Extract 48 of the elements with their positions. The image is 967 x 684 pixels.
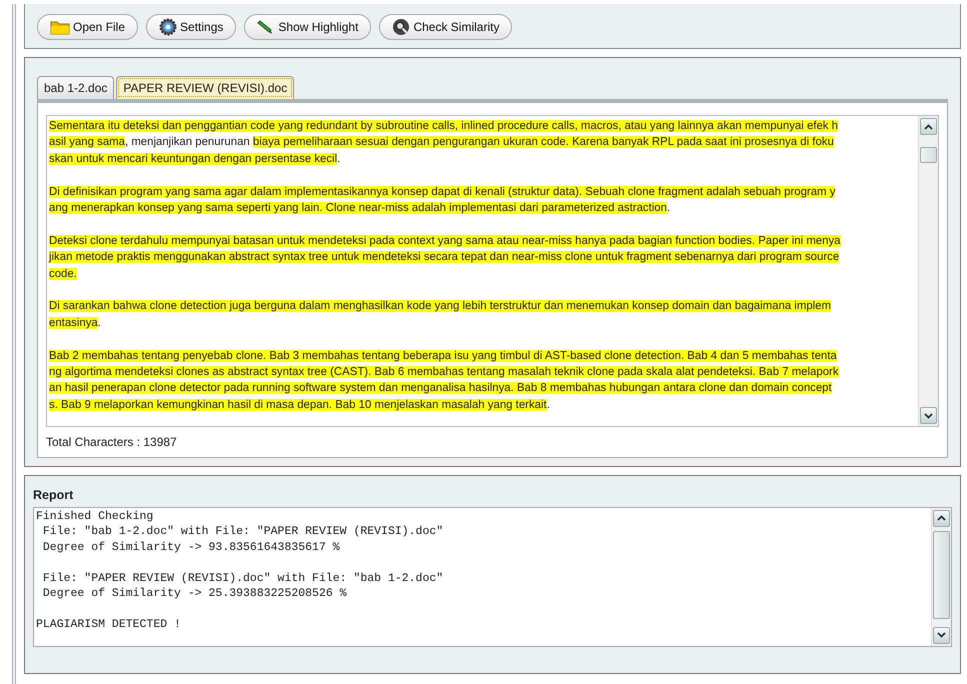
magnifier-icon xyxy=(392,18,410,36)
report-line: Finished Checking xyxy=(36,508,154,524)
document-text: code. xyxy=(49,268,77,280)
toolbar-button[interactable]: Show Highlight xyxy=(244,14,372,40)
folder-icon xyxy=(50,19,70,35)
total-characters-label: Total Characters : 13987 xyxy=(46,434,178,451)
chevron-up-icon xyxy=(937,515,946,522)
document-text: asil yang sama xyxy=(49,136,125,148)
chevron-up-icon xyxy=(924,124,933,130)
chevron-down-icon xyxy=(924,412,933,418)
scroll-up-button[interactable] xyxy=(920,118,937,135)
document-text: entasinya xyxy=(49,316,98,329)
document-text: . xyxy=(546,398,550,411)
document-text: jikan metode praktis menggunakan abstract syntax tree untuk mendeteksi secara tepat dan near-miss clone untuk fragment sebenarnya dari program source xyxy=(49,251,840,264)
report-text-area[interactable] xyxy=(33,506,952,647)
document-tab[interactable]: bab 1-2.doc xyxy=(37,76,114,99)
document-text: . xyxy=(337,152,340,165)
report-line: File: "bab 1-2.doc" with File: "PAPER REVIEW (REVISI).doc" xyxy=(42,524,444,540)
document-text: biaya pemeliharaan sesuai dengan pengurangan ukuran code. Karena banyak RPL pada saat ini prosesnya di foku xyxy=(252,136,834,148)
document-text: Deteksi clone terdahulu mempunyai batasan untuk mendeteksi pada context yang sama atau near-miss hanya pada bagian function bodies. Paper ini menya xyxy=(49,234,841,247)
scroll-down-button[interactable] xyxy=(920,407,937,424)
report-line: File: "PAPER REVIEW (REVISI).doc" with File: "bab 1-2.doc" xyxy=(42,570,444,586)
document-text: Di sarankan bahwa clone detection juga berguna dalam menghasilkan kode yang lebih terstruktur dan menemukan konsep domain dan bagaimana implem xyxy=(49,300,832,312)
document-text: skan untuk mencari keuntungan dengan persentase kecil xyxy=(49,152,338,165)
document-text: . xyxy=(98,316,101,329)
document-text: an hasil penerapan clone detector pada running software system dan menganalisa hasilnya. Bab 8 membahas hubungan antara clone dan domain concept xyxy=(49,382,832,394)
document-text: Bab 2 membahas tentang penyebab clone. Bab 3 membahas tentang beberapa isu yang timbul di AST-based clone detection. Bab 4 dan 5 membahas tenta xyxy=(49,350,837,362)
document-text: Sementara itu deteksi dan penggantian code yang redundant by subroutine calls, inlined procedure calls, macros, atau yang lainnya akan mempunyai efek h xyxy=(49,120,838,132)
report-title: Report xyxy=(33,487,74,504)
document-text: ng algortima mendeteksi clones as abstract syntax tree (CAST). Bab 6 membahas tentang masalah teknik clone pada skala alat pendeteksi. Bab 7 melapork xyxy=(49,366,839,378)
gear-icon xyxy=(159,18,178,36)
document-text: s. Bab 9 melaporkan kemungkinan hasil di masa depan. Bab 10 menjelaskan masalah yang terkait xyxy=(49,398,547,411)
report-line: Degree of Similarity -> 25.393883225208526 % xyxy=(42,586,348,602)
report-line: PLAGIARISM DETECTED ! xyxy=(36,617,182,633)
toolbar-button[interactable]: Settings xyxy=(146,14,236,40)
document-text: . xyxy=(666,202,670,214)
scroll-up-button[interactable] xyxy=(933,510,950,527)
chevron-down-icon xyxy=(937,632,946,638)
document-text: , menjanjikan penurunan xyxy=(124,136,251,148)
document-text: ang menerapkan konsep yang sama seperti yang lain. Clone near-miss adalah implementasi dari parameterized astraction xyxy=(49,202,667,214)
report-line: Degree of Similarity -> 93.83561643835617 % xyxy=(42,540,341,556)
document-text-area[interactable] xyxy=(46,115,939,427)
toolbar-button[interactable]: Check Similarity xyxy=(379,14,512,40)
scroll-thumb[interactable] xyxy=(920,147,937,163)
scroll-thumb[interactable] xyxy=(933,530,950,619)
document-tab[interactable]: PAPER REVIEW (REVISI).doc xyxy=(116,76,294,99)
toolbar-button[interactable]: Open File xyxy=(37,14,138,40)
scroll-down-button[interactable] xyxy=(933,626,950,644)
